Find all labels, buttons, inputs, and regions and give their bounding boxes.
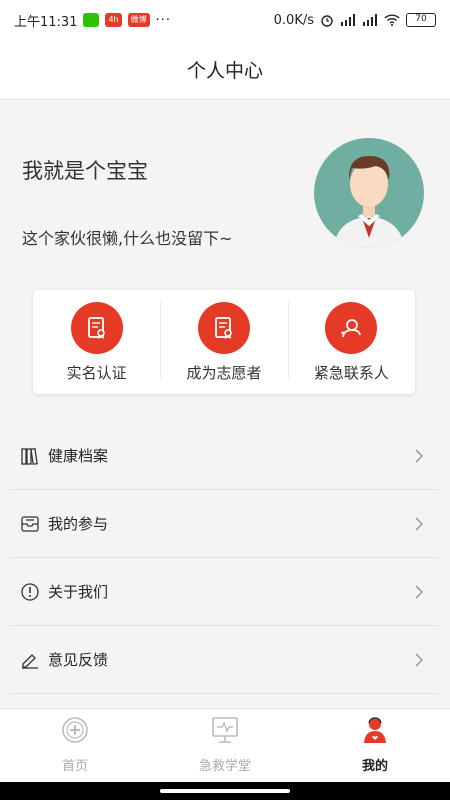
quick-action-emergency-contact[interactable]: 紧急联系人 [287,290,415,394]
signal-icon-2 [363,14,377,26]
tab-first-aid-classroom[interactable]: 急救学堂 [150,709,300,782]
bottom-tab-bar: 首页 急救学堂 我的 [0,708,450,782]
home-indicator[interactable] [160,789,290,793]
profile-section: 我就是个宝宝 这个家伙很懒,什么也没留下~ [0,101,450,271]
home-cross-icon [60,715,90,745]
menu-item-my-participation[interactable]: 我的参与 [10,490,438,558]
battery-icon: 70 [406,13,436,27]
tab-home[interactable]: 首页 [0,709,150,782]
menu-item-label: 意见反馈 [48,651,109,669]
tab-label: 急救学堂 [198,759,251,774]
system-nav-bar [0,782,450,800]
chevron-right-icon [415,652,424,667]
menu-item-label: 我的参与 [48,515,109,533]
menu-item-feedback[interactable]: 意见反馈 [10,626,438,694]
weibo-badge-icon: 微博 [127,13,150,27]
edit-icon [20,650,40,670]
app-badge-icon: 4h [105,13,122,27]
quick-action-real-name[interactable]: 实名认证 [33,290,160,394]
wifi-icon [384,14,400,26]
classroom-monitor-icon [210,715,240,745]
certificate-icon [70,302,123,354]
more-dots: ··· [155,12,172,28]
signal-icon [341,14,355,26]
menu-item-label: 健康档案 [48,447,109,465]
quick-action-volunteer[interactable]: 成为志愿者 [160,290,287,394]
menu-item-label: 关于我们 [48,583,109,601]
chevron-right-icon [415,584,424,599]
archive-icon [20,446,40,466]
quick-action-label: 成为志愿者 [186,364,262,382]
network-speed: 0.0K/s [273,12,314,28]
alarm-icon [321,15,333,27]
tab-label: 首页 [61,759,88,774]
user-nickname[interactable]: 我就是个宝宝 [22,155,148,185]
chevron-right-icon [415,516,424,531]
user-signature[interactable]: 这个家伙很懒,什么也没留下~ [22,225,233,249]
quick-action-label: 紧急联系人 [313,364,389,382]
tab-mine[interactable]: 我的 [300,709,450,782]
info-icon [20,582,40,602]
settings-menu: 健康档案 我的参与 关于我们 意见反馈 [10,422,438,694]
doctor-avatar-icon [334,156,404,248]
wechat-icon [83,13,100,27]
page-title: 个人中心 [186,60,263,82]
volunteer-document-icon [197,302,250,354]
page-header: 个人中心 [0,40,450,100]
user-profile-icon [360,715,390,745]
contact-icon [325,302,378,354]
chevron-right-icon [415,448,424,463]
quick-action-label: 实名认证 [66,364,127,382]
avatar[interactable] [314,138,424,248]
menu-item-health-records[interactable]: 健康档案 [10,422,438,490]
status-bar: 上午11:31 4h 微博 ··· 0.0K/s 70 [0,0,450,40]
menu-item-about-us[interactable]: 关于我们 [10,558,438,626]
quick-actions-card: 实名认证 成为志愿者 紧急联系人 [33,290,415,394]
tab-label: 我的 [361,759,388,774]
status-time: 上午11:31 [14,14,78,30]
inbox-icon [20,514,40,534]
